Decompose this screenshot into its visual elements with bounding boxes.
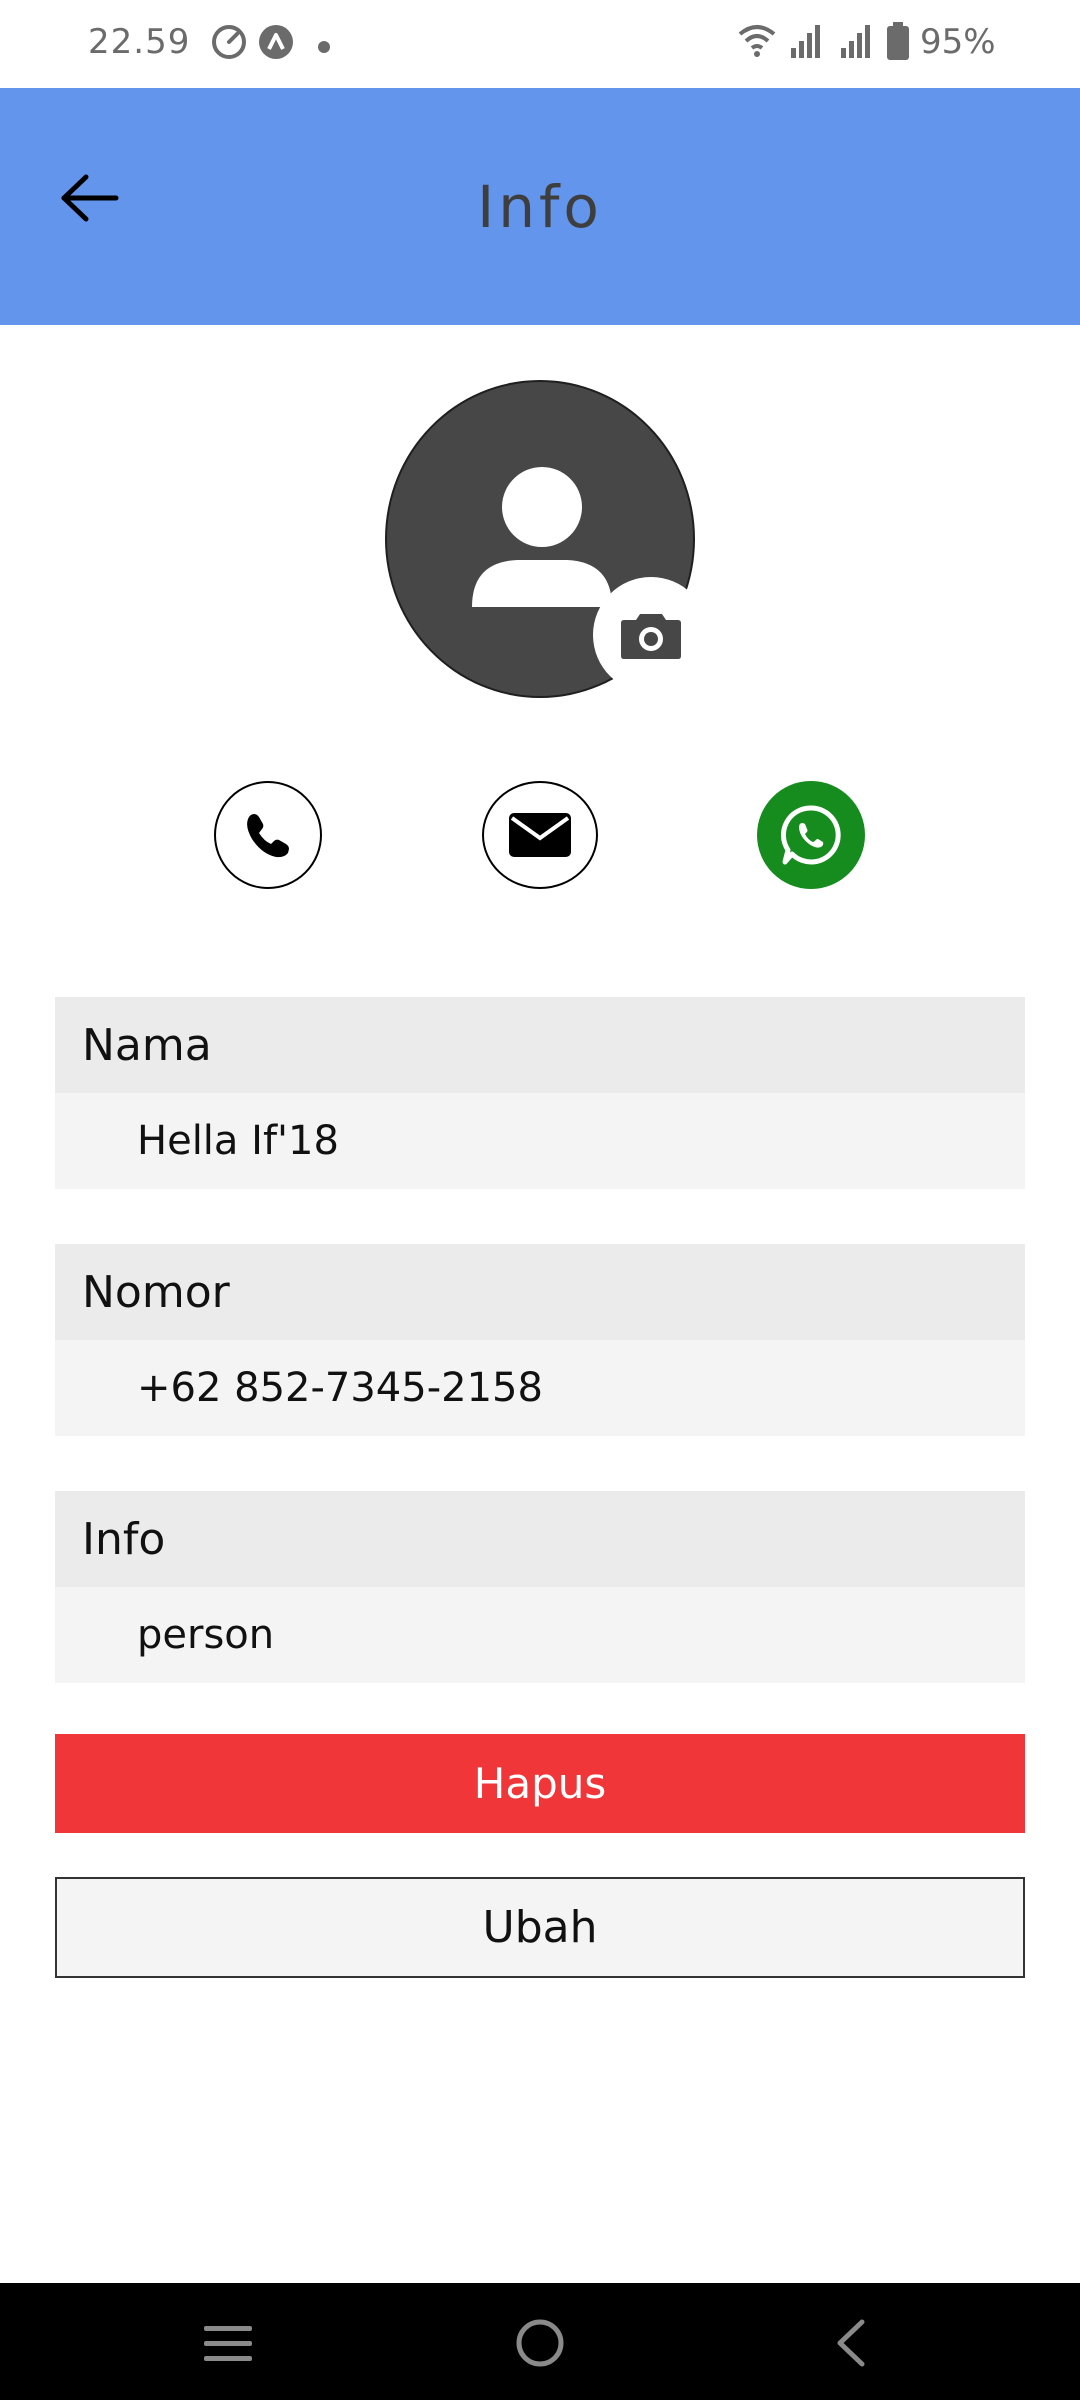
- menu-icon: [204, 2326, 252, 2361]
- whatsapp-icon: [780, 805, 841, 865]
- home-icon: [516, 2319, 564, 2367]
- whatsapp-button[interactable]: [757, 781, 865, 889]
- email-button[interactable]: [482, 781, 598, 889]
- info-label: Info: [55, 1491, 1025, 1587]
- name-value: Hella If'18: [55, 1093, 1025, 1189]
- name-label: Nama: [55, 997, 1025, 1093]
- speedometer-icon: [211, 24, 247, 64]
- arrow-left-icon: [61, 174, 119, 222]
- signal-icon: [789, 24, 823, 62]
- recent-apps-button[interactable]: [188, 2311, 268, 2375]
- battery-icon: [886, 22, 910, 64]
- home-button[interactable]: [500, 2311, 580, 2375]
- number-value: +62 852-7345-2158: [55, 1340, 1025, 1436]
- call-button[interactable]: [214, 781, 322, 889]
- status-bar: 22.59 95%: [0, 0, 1080, 88]
- delete-button[interactable]: Hapus: [55, 1734, 1025, 1833]
- signal-icon: [839, 24, 873, 62]
- nav-back-button[interactable]: [810, 2311, 890, 2375]
- navigation-bar: [0, 2283, 1080, 2400]
- app-bar: Info: [0, 88, 1080, 325]
- change-photo-button[interactable]: [593, 577, 709, 693]
- notification-dot-icon: [318, 38, 330, 57]
- mail-icon: [509, 813, 571, 857]
- edit-button[interactable]: Ubah: [55, 1877, 1025, 1978]
- name-field: Nama Hella If'18: [55, 997, 1025, 1189]
- number-label: Nomor: [55, 1244, 1025, 1340]
- phone-icon: [247, 814, 289, 858]
- camera-icon: [621, 614, 681, 659]
- wifi-icon: [738, 24, 776, 62]
- number-field: Nomor +62 852-7345-2158: [55, 1244, 1025, 1436]
- info-value: person: [55, 1587, 1025, 1683]
- status-time: 22.59: [88, 22, 191, 62]
- info-field: Info person: [55, 1491, 1025, 1683]
- page-title: Info: [477, 172, 603, 241]
- back-button[interactable]: [50, 158, 130, 238]
- sync-icon: [258, 24, 294, 64]
- battery-percent: 95%: [920, 22, 996, 62]
- avatar-container: [385, 380, 709, 698]
- back-icon: [837, 2319, 865, 2367]
